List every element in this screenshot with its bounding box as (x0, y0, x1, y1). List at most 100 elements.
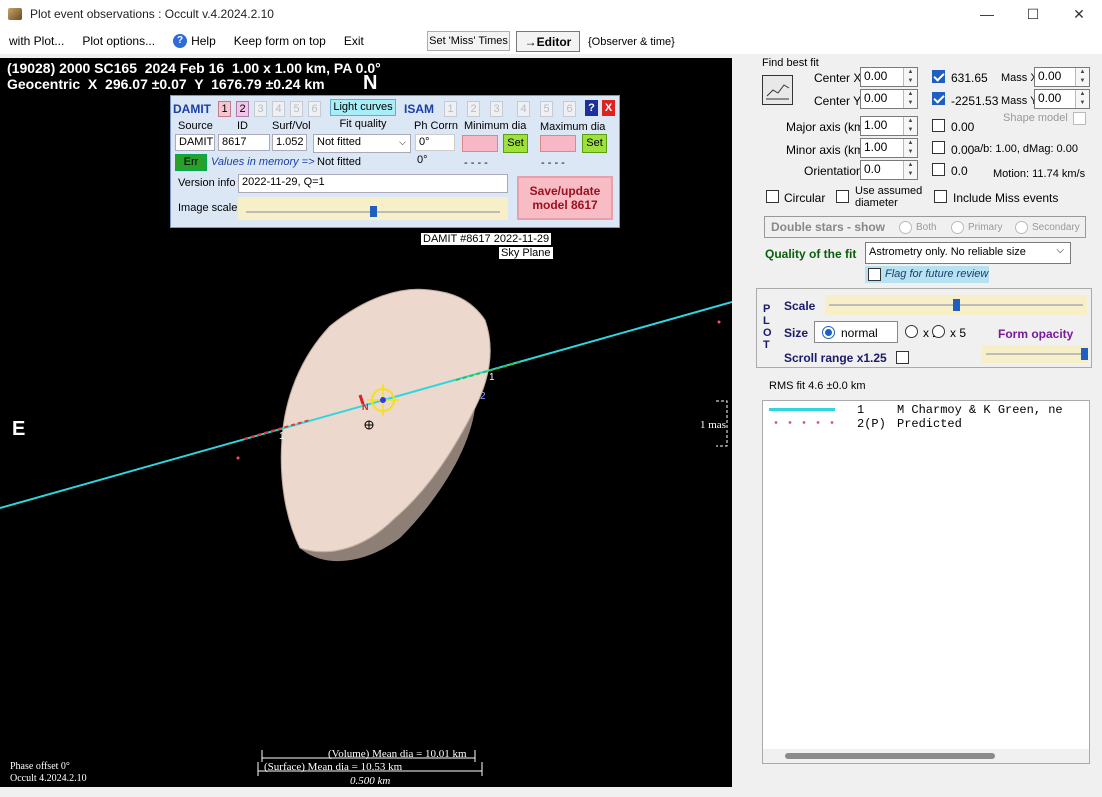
fit-quality-select[interactable]: Not fitted ⌵ (313, 134, 411, 153)
ds-primary-label: Primary (968, 222, 1003, 233)
center-x-checkbox[interactable] (932, 70, 945, 83)
minor-axis-checkbox[interactable] (932, 141, 945, 154)
plot-letter-t: T (763, 339, 770, 351)
damit-model-6[interactable]: 6 (308, 101, 321, 117)
title-bar: Plot event observations : Occult v.4.202… (0, 0, 1102, 28)
err-button[interactable]: Err (175, 154, 207, 171)
close-window-button[interactable]: ✕ (1056, 0, 1102, 28)
isam-label: ISAM (404, 102, 434, 116)
use-assumed-diameter-label: Use assumed diameter (855, 185, 923, 209)
minimize-button[interactable]: — (964, 0, 1010, 28)
damit-model-2[interactable]: 2 (236, 101, 249, 117)
spin-arrows-icon[interactable]: ▲ ▼ (903, 161, 917, 179)
isam-model-6[interactable]: 6 (563, 101, 576, 117)
menu-exit[interactable]: Exit (335, 28, 373, 54)
sky-plane-label: Sky Plane (499, 247, 553, 259)
scale-thumb[interactable] (953, 299, 960, 311)
max-dia-set-button[interactable]: Set (582, 134, 607, 153)
damit-help-button[interactable]: ? (585, 100, 598, 116)
major-axis-input[interactable]: 1.00 ▲ ▼ (860, 116, 918, 136)
surf-vol-field[interactable]: 1.052 (272, 134, 307, 151)
light-curves-button[interactable]: Light curves (330, 99, 396, 116)
minor-axis-value: 1.00 (864, 140, 888, 154)
mass-y-input[interactable]: 0.00 ▲ ▼ (1034, 89, 1090, 109)
minor-axis-input[interactable]: 1.00 ▲ ▼ (860, 138, 918, 158)
spin-arrows-icon[interactable]: ▲ ▼ (1075, 90, 1089, 108)
size-normal-radio[interactable] (822, 326, 835, 339)
spin-arrows-icon[interactable]: ▲ ▼ (903, 90, 917, 108)
mass-x-value: 0.00 (1038, 69, 1062, 83)
isam-model-2[interactable]: 2 (467, 101, 480, 117)
ds-both-radio[interactable] (899, 221, 912, 234)
image-scale-slider[interactable] (238, 197, 508, 220)
editor-button[interactable]: →Editor (516, 31, 580, 52)
center-y-input[interactable]: 0.00 ▲ ▼ (860, 89, 918, 109)
mass-x-input[interactable]: 0.00 ▲ ▼ (1034, 67, 1090, 87)
damit-model-4[interactable]: 4 (272, 101, 285, 117)
spin-arrows-icon[interactable]: ▲ ▼ (903, 139, 917, 157)
form-opacity-slider[interactable] (982, 345, 1088, 363)
size-normal-option[interactable]: normal (814, 321, 898, 343)
spin-arrows-icon[interactable]: ▲ ▼ (1075, 68, 1089, 86)
scroll-range-checkbox[interactable] (896, 351, 909, 364)
form-opacity-thumb[interactable] (1081, 348, 1088, 360)
include-miss-checkbox[interactable] (934, 190, 947, 203)
col-min-dia: Minimum dia (464, 120, 527, 132)
find-best-fit-button[interactable] (762, 75, 793, 105)
source-field[interactable]: DAMIT (175, 134, 215, 151)
spin-arrows-icon[interactable]: ▲ ▼ (903, 68, 917, 86)
maximize-button[interactable]: ☐ (1010, 0, 1056, 28)
ds-secondary-label: Secondary (1032, 222, 1080, 233)
scale-slider[interactable] (825, 295, 1087, 315)
damit-model-3[interactable]: 3 (254, 101, 267, 117)
memory-min: - - - - (464, 157, 488, 169)
ds-secondary-radio[interactable] (1015, 221, 1028, 234)
results-hscroll-thumb[interactable] (785, 753, 995, 759)
center-y-checkbox[interactable] (932, 92, 945, 105)
ds-primary-radio[interactable] (951, 221, 964, 234)
col-fit-quality: Fit quality (339, 118, 387, 130)
damit-close-button[interactable]: X (602, 100, 615, 116)
spin-arrows-icon[interactable]: ▲ ▼ (903, 117, 917, 135)
isam-model-1[interactable]: 1 (444, 101, 457, 117)
observer-time-link[interactable]: {Observer & time} (588, 36, 675, 48)
results-hscrollbar[interactable] (763, 749, 1089, 763)
menu-with-plot[interactable]: with Plot... (0, 28, 73, 54)
miss-dot-2 (717, 320, 721, 324)
plot-canvas[interactable]: (19028) 2000 SC165 2024 Feb 16 1.00 x 1.… (0, 58, 732, 787)
quality-of-fit-select[interactable]: Astrometry only. No reliable size ⌵ (865, 242, 1071, 264)
damit-model-1[interactable]: 1 (218, 101, 231, 117)
results-list[interactable]: 1 M Charmoy & K Green, ne 2(P) Predicted (762, 400, 1090, 764)
center-y-value: 0.00 (864, 91, 888, 105)
use-assumed-diameter-checkbox[interactable] (836, 190, 849, 203)
minor-axis-label: Minor axis (km) (786, 143, 869, 157)
size-x2-radio[interactable] (905, 325, 918, 338)
series-2-dots (769, 421, 835, 424)
max-dia-field[interactable] (540, 135, 576, 152)
id-field[interactable]: 8617 (218, 134, 270, 151)
isam-model-3[interactable]: 3 (490, 101, 503, 117)
center-x-input[interactable]: 0.00 ▲ ▼ (860, 67, 918, 87)
flag-review-checkbox[interactable] (868, 268, 881, 281)
size-x5-radio[interactable] (932, 325, 945, 338)
isam-model-5[interactable]: 5 (540, 101, 553, 117)
orientation-checkbox[interactable] (932, 163, 945, 176)
menu-plot-options[interactable]: Plot options... (73, 28, 164, 54)
plot-letter-l: L (763, 315, 770, 327)
major-axis-result: 0.00 (951, 120, 975, 134)
image-scale-thumb[interactable] (370, 206, 377, 217)
circular-checkbox[interactable] (766, 190, 779, 203)
min-dia-set-button[interactable]: Set (503, 134, 528, 153)
min-dia-field[interactable] (462, 135, 498, 152)
shape-model-checkbox[interactable] (1073, 112, 1086, 125)
damit-model-5[interactable]: 5 (290, 101, 303, 117)
ph-corrn-field[interactable]: 0° (415, 134, 455, 151)
orientation-input[interactable]: 0.0 ▲ ▼ (860, 160, 918, 180)
major-axis-checkbox[interactable] (932, 119, 945, 132)
menu-keep-on-top[interactable]: Keep form on top (225, 28, 335, 54)
set-miss-times-button[interactable]: Set 'Miss' Times (427, 31, 510, 51)
save-update-model-button[interactable]: Save/update model 8617 (517, 176, 613, 220)
version-info-field[interactable]: 2022-11-29, Q=1 (238, 174, 508, 193)
isam-model-4[interactable]: 4 (517, 101, 530, 117)
menu-help[interactable]: ? Help (164, 28, 225, 54)
